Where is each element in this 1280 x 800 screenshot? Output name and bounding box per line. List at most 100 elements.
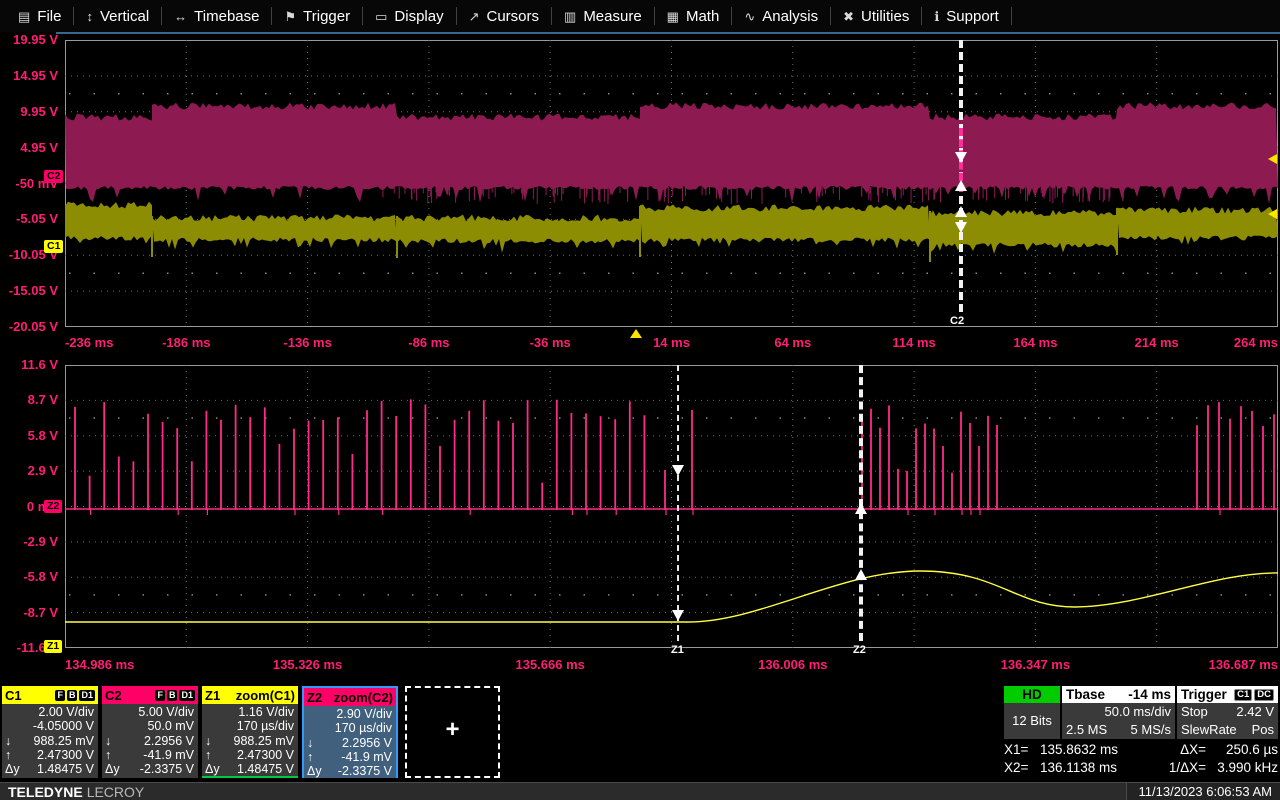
cursors-icon: ↗ <box>468 8 480 24</box>
descriptor-z2[interactable]: Z2 zoom(C2) 2.90 V/div 170 µs/div ↓ 2.2956 V ↑… <box>302 686 398 779</box>
descriptor-row-value: 5.00 V/div <box>138 705 194 719</box>
menu-item-cursors[interactable]: ↗ Cursors <box>457 0 551 32</box>
descriptor-id: C2 <box>105 687 122 703</box>
descriptor-id: Z2 <box>307 689 323 705</box>
dx-label: ΔX= <box>1180 742 1206 757</box>
trigger-slope: Pos <box>1251 721 1274 737</box>
axis-badge-c1[interactable]: C1 <box>44 240 64 253</box>
axis-badge-z2[interactable]: Z2 <box>44 500 63 513</box>
menu-item-utilities[interactable]: ✖ Utilities <box>831 0 921 32</box>
trigger-level: 2.42 V <box>1236 704 1274 719</box>
descriptor-row-value: 2.00 V/div <box>38 705 94 719</box>
lower-y-label: -8.7 V <box>23 604 58 620</box>
descriptor-row-value: 2.47300 V <box>237 747 294 762</box>
descriptor-header: Z2 zoom(C2) <box>304 688 396 706</box>
descriptor-row-symbol: ↑ <box>205 747 212 762</box>
descriptor-c2[interactable]: C2 F B D1 5.00 V/div 50.0 mV ↓ 2.2956 V ↑ -41.9 m… <box>102 686 198 778</box>
trigger-title: Trigger <box>1181 687 1227 702</box>
x2-value: 136.1138 ms <box>1040 760 1118 775</box>
trigger-panel[interactable]: Trigger C1 DC Stop 2.42 V SlewRate Pos <box>1177 686 1278 739</box>
cursor-arrow-icon <box>955 222 967 233</box>
upper-x-label: 14 ms <box>653 335 690 350</box>
tbase-scale: 50.0 ms/div <box>1104 704 1171 719</box>
cursor-arrow-icon <box>955 180 967 191</box>
descriptor-badge-d1: D1 <box>79 689 95 701</box>
brand-logo: TELEDYNE LECROY <box>0 784 144 800</box>
menu-item-measure[interactable]: ▥ Measure <box>552 0 654 32</box>
descriptor-row: ↑ -41.9 mV <box>307 750 392 764</box>
menu-item-display[interactable]: ▭ Display <box>363 0 455 32</box>
hd-mode-panel[interactable]: HD 12 Bits <box>1004 686 1060 739</box>
zoom-grid-canvas <box>65 365 1278 648</box>
status-bar: TELEDYNE LECROY 11/13/2023 6:06:53 AM <box>0 782 1280 800</box>
descriptor-row: ↓ 2.2956 V <box>105 734 194 748</box>
trigger-flag-icon: ⚑ <box>284 8 297 24</box>
menu-item-label: Display <box>394 7 444 25</box>
vertical-icon: ↕ <box>86 8 93 24</box>
menu-item-support[interactable]: ℹ Support <box>922 0 1011 32</box>
lower-x-label: 135.666 ms <box>515 657 585 672</box>
descriptor-row: Δy 1.48475 V <box>5 762 94 776</box>
descriptor-body: 2.90 V/div 170 µs/div ↓ 2.2956 V ↑ -41.9 mV Δy… <box>304 706 396 779</box>
descriptor-row-value: 170 µs/div <box>334 721 392 736</box>
trigger-mode: Stop <box>1181 704 1208 719</box>
tbase-offset: -14 ms <box>1128 687 1171 702</box>
descriptor-c1[interactable]: C1 F B D1 2.00 V/div -4.05000 V ↓ 988.25 mV ↑ 2.4… <box>2 686 98 778</box>
menu-item-timebase[interactable]: ↔ Timebase <box>162 0 271 32</box>
timebase-panel[interactable]: Tbase -14 ms 50.0 ms/div 2.5 MS 5 MS/s <box>1062 686 1175 739</box>
trigger-time-marker-icon[interactable] <box>630 329 642 338</box>
descriptor-row-value: 2.90 V/div <box>336 707 392 721</box>
menu-item-file[interactable]: ▤ File <box>6 0 73 32</box>
measure-icon: ▥ <box>564 8 577 24</box>
trace-c2 <box>65 102 1278 204</box>
descriptor-header: Z1 zoom(C1) <box>202 686 298 704</box>
menu-item-trigger[interactable]: ⚑ Trigger <box>272 0 362 32</box>
cursor-x1-line[interactable] <box>677 365 679 641</box>
descriptor-row-value: -41.9 mV <box>341 749 392 764</box>
descriptor-row-symbol <box>105 705 125 719</box>
upper-y-label: -15.05 V <box>8 283 58 299</box>
descriptor-row-symbol: ↓ <box>307 735 314 750</box>
upper-x-label: -86 ms <box>408 335 450 350</box>
descriptor-row: 5.00 V/div <box>105 705 194 719</box>
add-trace-box[interactable]: + <box>405 686 500 778</box>
menu-item-vertical[interactable]: ↕ Vertical <box>74 0 161 32</box>
lower-y-label: -2.9 V <box>23 533 58 549</box>
descriptor-row: 2.00 V/div <box>5 705 94 719</box>
menu-item-label: Analysis <box>762 7 819 25</box>
upper-y-label: -20.05 V <box>8 319 58 334</box>
axis-badge-c2[interactable]: C2 <box>44 170 64 183</box>
lower-x-label: 136.347 ms <box>1000 657 1071 672</box>
upper-x-label: 214 ms <box>1134 335 1179 350</box>
cursor-arrow-icon <box>855 503 867 514</box>
descriptor-row-symbol: ↑ <box>307 749 314 764</box>
descriptor-row-symbol <box>205 719 225 733</box>
descriptor-row: ↑ 2.47300 V <box>205 748 294 762</box>
cursor-readout: X1= 135.8632 ms ΔX= 250.6 µs X2= 136.113… <box>1004 741 1280 777</box>
menu-item-math[interactable]: ▦ Math <box>655 0 732 32</box>
cursor-arrow-icon <box>855 569 867 580</box>
descriptor-row: 50.0 mV <box>105 719 194 733</box>
descriptor-row-symbol <box>307 721 327 735</box>
trace-c1 <box>152 214 397 250</box>
descriptor-header: C1 F B D1 <box>2 686 98 704</box>
lower-y-label: -5.8 V <box>23 569 58 585</box>
menu-item-label: File <box>37 7 62 25</box>
brand-secondary: LECROY <box>86 783 145 800</box>
descriptor-row: Δy -2.3375 V <box>105 762 194 776</box>
descriptor-id: C1 <box>5 687 22 703</box>
menu-item-analysis[interactable]: ∿ Analysis <box>732 0 830 32</box>
menu-item-label: Support <box>946 7 999 25</box>
upper-x-label: -136 ms <box>283 335 332 350</box>
axis-badge-z1[interactable]: Z1 <box>44 640 63 653</box>
descriptor-row-value: 1.48475 V <box>37 762 94 777</box>
descriptor-row: Δy -2.3375 V <box>307 764 392 778</box>
descriptor-zoom-source: zoom(C2) <box>333 689 393 705</box>
descriptor-row-value: -2.3375 V <box>139 762 194 777</box>
trigger-coupling-badge: DC <box>1254 688 1274 701</box>
descriptor-row: ↑ -41.9 mV <box>105 748 194 762</box>
waveform-display-area: 19.95 V 14.95 V 9.95 V 4.95 V -50 mV -5.05 V-… <box>0 32 1280 684</box>
descriptor-z1[interactable]: Z1 zoom(C1) 1.16 V/div 170 µs/div ↓ 988.25 mV… <box>202 686 298 778</box>
descriptor-row: ↑ 2.47300 V <box>5 748 94 762</box>
menu-item-label: Math <box>685 7 720 25</box>
